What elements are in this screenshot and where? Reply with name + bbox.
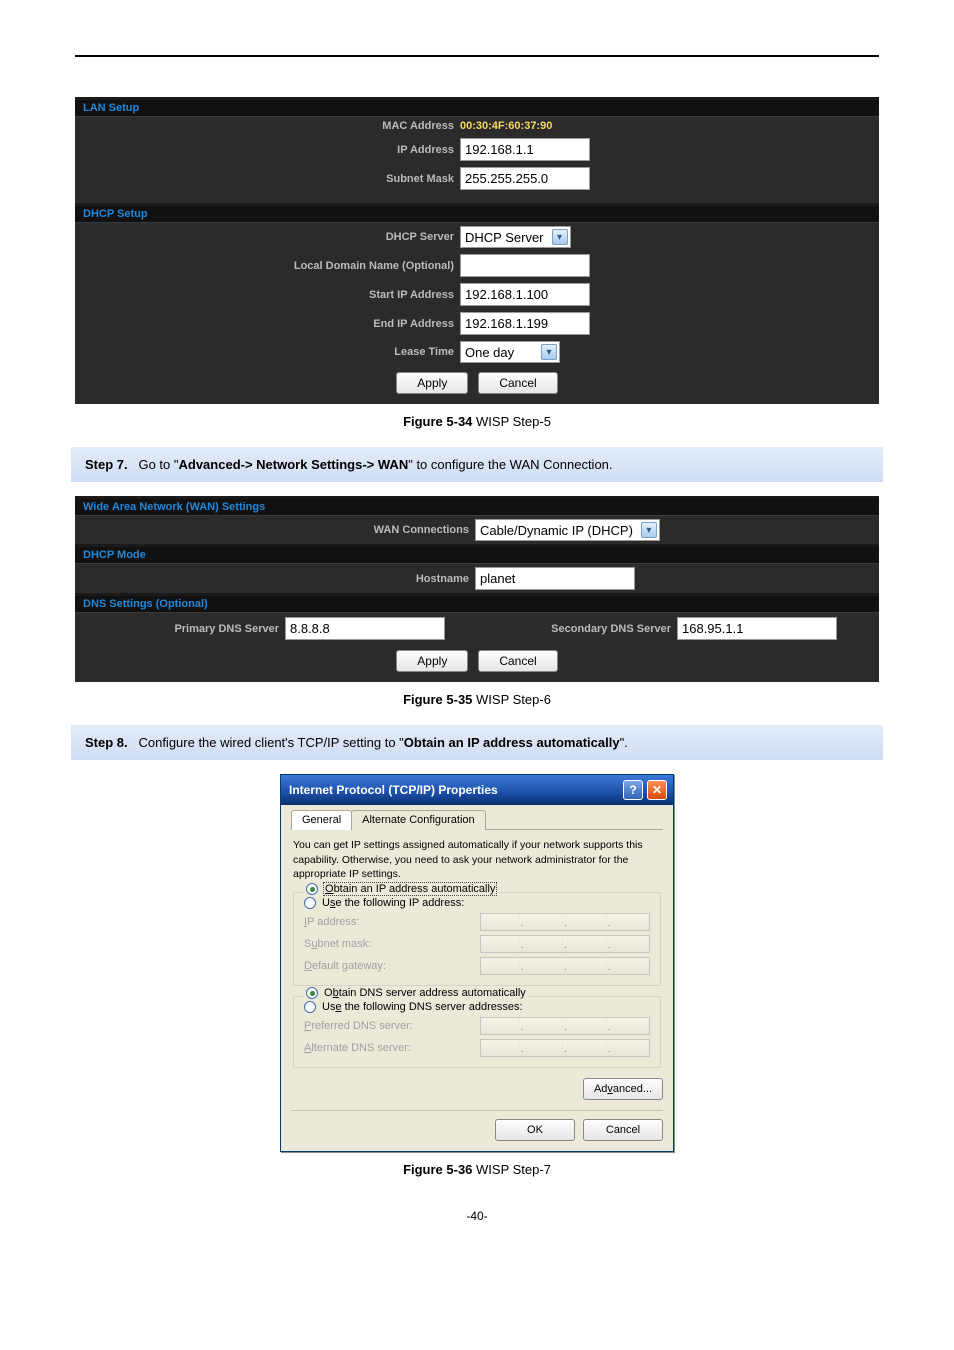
tcpip-properties-dialog: Internet Protocol (TCP/IP) Properties ? … [280,774,674,1152]
subnet-mask-input-disabled: ... [480,935,650,953]
cancel-button[interactable]: Cancel [583,1119,663,1141]
step-8-label: Step 8. [85,735,128,750]
preferred-dns-label: Preferred DNS server: [304,1020,480,1032]
lease-time-select[interactable]: One day ▾ [460,341,560,363]
end-ip-label: End IP Address [75,318,460,330]
dhcp-setup-title: DHCP Setup [75,203,879,223]
start-ip-label: Start IP Address [75,289,460,301]
lan-dhcp-panel: LAN Setup MAC Address 00:30:4F:60:37:90 … [75,97,879,404]
wan-connections-value: Cable/Dynamic IP (DHCP) [480,523,633,538]
cancel-button[interactable]: Cancel [478,650,557,672]
figure-5-35-caption: Figure 5-35 WISP Step-6 [75,692,879,707]
dialog-titlebar[interactable]: Internet Protocol (TCP/IP) Properties ? … [281,775,673,805]
obtain-ip-radio[interactable]: Obtain an IP address automatically [304,883,498,895]
preferred-dns-input-disabled: ... [480,1017,650,1035]
wan-settings-panel: Wide Area Network (WAN) Settings WAN Con… [75,496,879,682]
dhcp-server-value: DHCP Server [465,230,544,245]
use-following-ip-radio[interactable]: Use the following IP address: [304,895,650,911]
ok-button[interactable]: OK [495,1119,575,1141]
local-domain-label: Local Domain Name (Optional) [75,260,460,272]
tab-general[interactable]: General [291,810,352,830]
end-ip-input[interactable] [460,312,590,335]
default-gateway-label: Default gateway: [304,960,480,972]
page-number: -40- [75,1209,879,1223]
mac-address-label: MAC Address [75,120,460,132]
dns-settings-title: DNS Settings (Optional) [75,593,879,613]
primary-dns-input[interactable] [285,617,445,640]
radio-icon [304,1001,316,1013]
advanced-button[interactable]: Advanced... [583,1078,663,1100]
help-icon[interactable]: ? [623,780,643,800]
cancel-button[interactable]: Cancel [478,372,557,394]
chevron-down-icon: ▾ [552,229,568,245]
obtain-dns-radio[interactable]: Obtain DNS server address automatically [304,987,528,999]
radio-icon [306,987,318,999]
step-7-banner: Step 7. Go to "Advanced-> Network Settin… [71,447,883,482]
start-ip-input[interactable] [460,283,590,306]
ip-address-input[interactable] [460,138,590,161]
dhcp-server-select[interactable]: DHCP Server ▾ [460,226,571,248]
lease-time-value: One day [465,345,533,360]
radio-icon [306,883,318,895]
primary-dns-label: Primary DNS Server [75,623,285,635]
tabs: General Alternate Configuration [291,809,663,830]
subnet-mask-input[interactable] [460,167,590,190]
wan-title: Wide Area Network (WAN) Settings [75,496,879,516]
ip-address-input-disabled: ... [480,913,650,931]
close-icon[interactable]: ✕ [647,780,667,800]
apply-button[interactable]: Apply [396,650,468,672]
step-8-banner: Step 8. Configure the wired client's TCP… [71,725,883,760]
dhcp-server-label: DHCP Server [75,231,460,243]
secondary-dns-label: Secondary DNS Server [477,623,677,635]
figure-5-36-caption: Figure 5-36 WISP Step-7 [75,1162,879,1177]
lease-time-label: Lease Time [75,346,460,358]
wan-connections-select[interactable]: Cable/Dynamic IP (DHCP) ▾ [475,519,660,541]
alternate-dns-input-disabled: ... [480,1039,650,1057]
chevron-down-icon: ▾ [641,522,657,538]
tab-alternate-configuration[interactable]: Alternate Configuration [351,810,486,830]
hostname-input[interactable] [475,567,635,590]
apply-button[interactable]: Apply [396,372,468,394]
alternate-dns-label: Alternate DNS server: [304,1042,480,1054]
dhcp-mode-title: DHCP Mode [75,544,879,564]
figure-5-34-caption: Figure 5-34 WISP Step-5 [75,414,879,429]
dialog-note: You can get IP settings assigned automat… [293,838,661,882]
secondary-dns-input[interactable] [677,617,837,640]
default-gateway-input-disabled: ... [480,957,650,975]
subnet-mask-label: Subnet mask: [304,938,480,950]
ip-address-label: IP Address [75,144,460,156]
hostname-label: Hostname [75,573,475,585]
lan-setup-title: LAN Setup [75,97,879,117]
chevron-down-icon: ▾ [541,344,557,360]
dialog-title: Internet Protocol (TCP/IP) Properties [289,783,619,797]
wan-connections-label: WAN Connections [75,524,475,536]
ip-address-label: IP address: [304,916,480,928]
subnet-mask-label: Subnet Mask [75,173,460,185]
use-following-dns-radio[interactable]: Use the following DNS server addresses: [304,999,650,1015]
mac-address-value: 00:30:4F:60:37:90 [460,120,552,132]
local-domain-input[interactable] [460,254,590,277]
radio-icon [304,897,316,909]
step-7-label: Step 7. [85,457,128,472]
